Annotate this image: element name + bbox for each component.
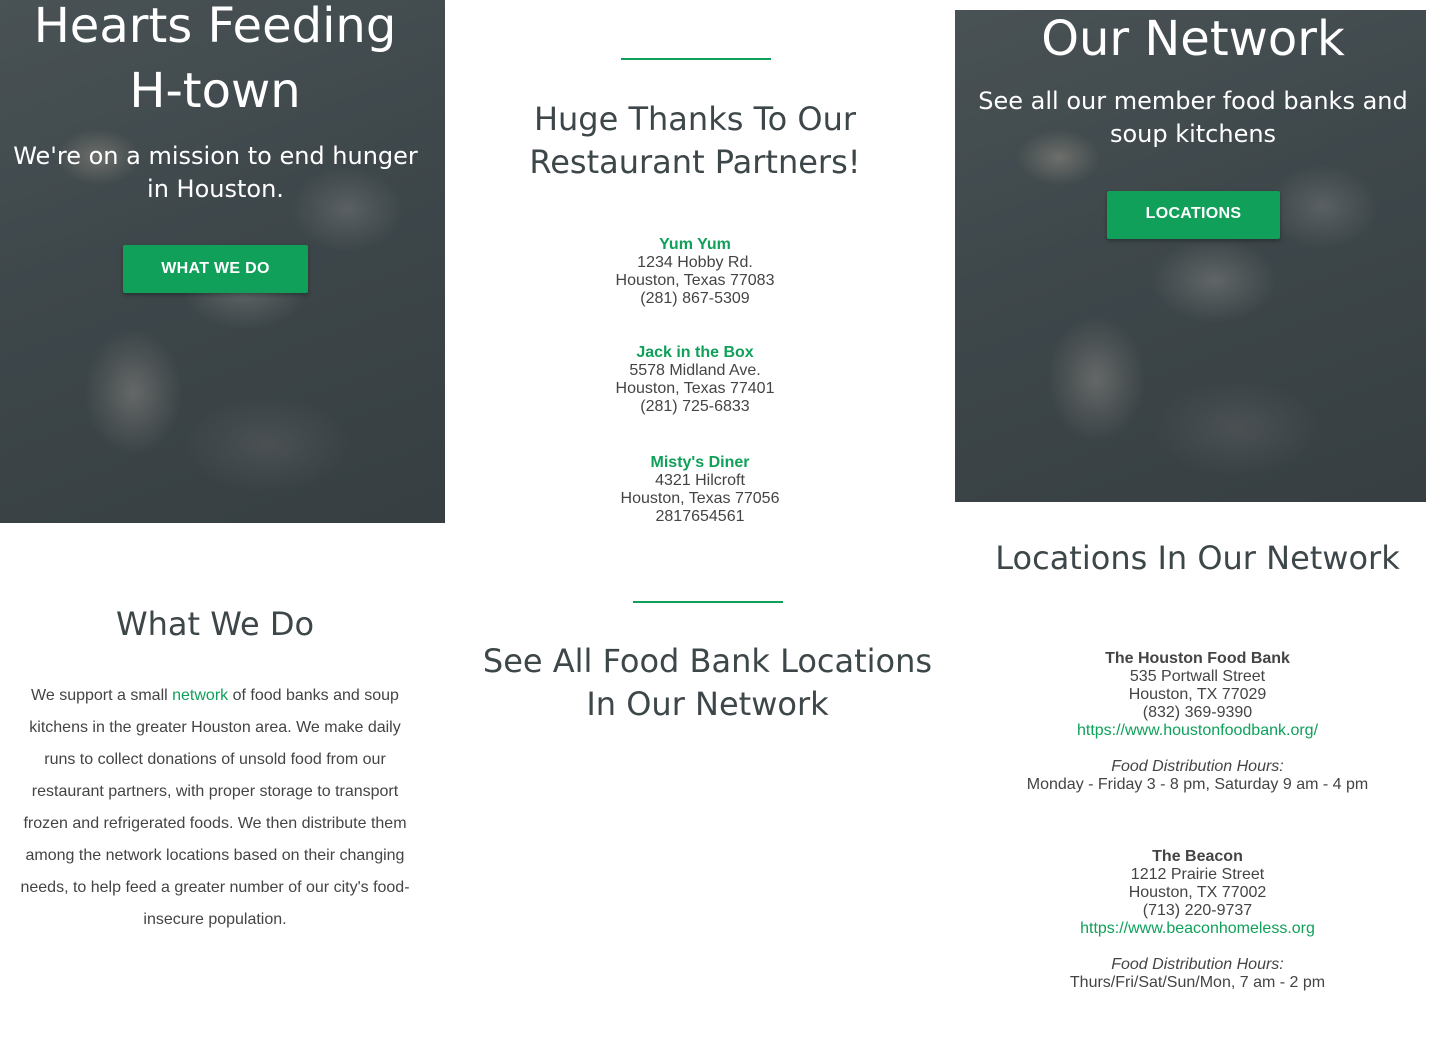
divider-see-all: [633, 601, 783, 603]
location-website-link[interactable]: https://www.houstonfoodbank.org/: [1077, 722, 1318, 739]
hero-subtitle: We're on a mission to end hunger in Hous…: [13, 142, 418, 203]
divider-partners: [621, 58, 771, 60]
hero-title: Hearts Feeding H-town: [33, 0, 397, 119]
partner-card: Jack in the Box 5578 Midland Ave. Housto…: [545, 344, 845, 416]
partner-card: Yum Yum 1234 Hobby Rd. Houston, Texas 77…: [545, 236, 845, 308]
partner-name: Misty's Diner: [650, 454, 750, 471]
partner-city: Houston, Texas 77056: [620, 490, 780, 507]
partner-phone: 2817654561: [655, 508, 745, 525]
hours-value: Monday - Friday 3 - 8 pm, Saturday 9 am …: [1026, 776, 1369, 793]
location-city: Houston, TX 77029: [1128, 686, 1267, 703]
hours-label: Food Distribution Hours:: [1111, 956, 1284, 973]
partners-title: Huge Thanks To Our Restaurant Partners!: [529, 100, 861, 181]
what-we-do-button[interactable]: WHAT WE DO: [123, 245, 308, 293]
partner-street: 4321 Hilcroft: [655, 472, 745, 489]
hours-label: Food Distribution Hours:: [1111, 758, 1284, 775]
location-name: The Houston Food Bank: [1105, 650, 1290, 667]
partner-city: Houston, Texas 77401: [615, 380, 775, 397]
what-we-do-title: What We Do: [115, 605, 315, 643]
paragraph-text: of food banks and soup kitchens in the g…: [20, 687, 410, 928]
network-link[interactable]: network: [172, 687, 228, 704]
location-phone: (713) 220-9737: [1142, 902, 1253, 919]
hours-value: Thurs/Fri/Sat/Sun/Mon, 7 am - 2 pm: [1069, 974, 1326, 991]
location-website-link[interactable]: https://www.beaconhomeless.org: [1080, 920, 1315, 937]
partner-phone: (281) 725-6833: [640, 398, 750, 415]
partner-phone: (281) 867-5309: [640, 290, 750, 307]
network-title: Our Network: [1041, 11, 1345, 67]
network-subtitle: See all our member food banks and soup k…: [978, 87, 1408, 148]
locations-title: Locations In Our Network: [995, 539, 1400, 577]
paragraph-text: We support a small: [31, 687, 173, 704]
location-name: The Beacon: [1152, 848, 1243, 865]
partner-street: 5578 Midland Ave.: [629, 362, 761, 379]
partner-street: 1234 Hobby Rd.: [637, 254, 753, 271]
locations-button[interactable]: LOCATIONS: [1107, 191, 1280, 239]
partner-card: Misty's Diner 4321 Hilcroft Houston, Tex…: [550, 454, 850, 526]
location-street: 1212 Prairie Street: [1130, 866, 1265, 883]
location-street: 535 Portwall Street: [1129, 668, 1266, 685]
hero-banner-right: Our Network See all our member food bank…: [955, 10, 1426, 502]
hero-banner-left: Hearts Feeding H-town We're on a mission…: [0, 0, 445, 523]
location-card: The Houston Food Bank 535 Portwall Stree…: [985, 650, 1410, 794]
see-all-title: See All Food Bank Locations In Our Netwo…: [482, 642, 933, 723]
partner-name: Yum Yum: [659, 236, 731, 253]
partner-name: Jack in the Box: [636, 344, 754, 361]
what-we-do-paragraph: We support a small network of food banks…: [16, 680, 414, 936]
location-city: Houston, TX 77002: [1128, 884, 1267, 901]
partner-city: Houston, Texas 77083: [615, 272, 775, 289]
location-phone: (832) 369-9390: [1142, 704, 1253, 721]
location-card: The Beacon 1212 Prairie Street Houston, …: [985, 848, 1410, 992]
